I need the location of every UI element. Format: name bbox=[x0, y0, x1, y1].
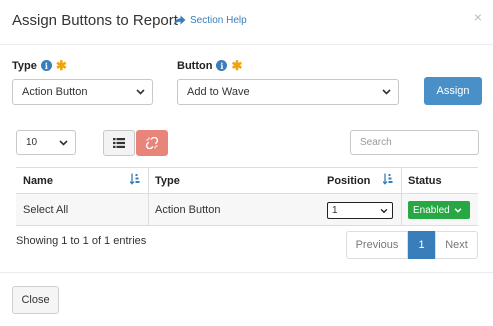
info-icon[interactable]: i bbox=[216, 60, 228, 71]
sort-ascending-icon[interactable] bbox=[383, 173, 393, 185]
column-header-position[interactable]: Position bbox=[327, 168, 370, 193]
entries-info: Showing 1 to 1 of 1 entries bbox=[16, 235, 147, 247]
close-button[interactable]: Close bbox=[12, 286, 59, 314]
button-label: Button bbox=[177, 59, 213, 72]
page-length-select[interactable]: 10 bbox=[16, 130, 76, 155]
column-divider bbox=[401, 194, 402, 225]
column-divider bbox=[148, 168, 149, 193]
assign-button[interactable]: Assign bbox=[424, 77, 482, 105]
table-row: Select All Action Button 1 Enabled bbox=[16, 194, 478, 226]
pagination-previous[interactable]: Previous bbox=[346, 231, 408, 259]
type-select[interactable]: Action Button bbox=[12, 79, 153, 105]
button-select[interactable]: Add to Wave bbox=[177, 79, 399, 105]
search-placeholder: Search bbox=[360, 137, 392, 148]
share-arrow-icon bbox=[173, 15, 186, 26]
section-help-label: Section Help bbox=[190, 15, 247, 26]
page-length-value: 10 bbox=[26, 137, 38, 148]
modal-title: Assign Buttons to Report bbox=[12, 12, 178, 29]
type-label-group: Type i ✱ bbox=[12, 59, 67, 72]
list-view-button[interactable] bbox=[103, 130, 135, 156]
column-divider bbox=[401, 168, 402, 193]
row-type: Action Button bbox=[155, 203, 221, 216]
unlink-button[interactable] bbox=[136, 130, 168, 156]
close-icon[interactable]: × bbox=[474, 9, 482, 25]
pagination-next[interactable]: Next bbox=[435, 231, 478, 259]
position-value: 1 bbox=[332, 205, 338, 216]
chevron-down-icon bbox=[136, 89, 145, 95]
assign-buttons-modal: Assign Buttons to Report Section Help × … bbox=[0, 0, 493, 325]
info-icon[interactable]: i bbox=[40, 60, 52, 71]
button-label-group: Button i ✱ bbox=[177, 59, 242, 72]
section-help-link[interactable]: Section Help bbox=[173, 15, 247, 26]
type-label: Type bbox=[12, 59, 37, 72]
status-dropdown[interactable]: Enabled bbox=[408, 201, 470, 219]
row-name: Select All bbox=[23, 203, 69, 216]
buttons-table: Name Type Position Status Select All Act… bbox=[16, 167, 478, 226]
chevron-down-icon bbox=[382, 89, 391, 95]
column-header-status[interactable]: Status bbox=[408, 168, 442, 193]
chevron-down-icon bbox=[454, 207, 462, 213]
chevron-down-icon bbox=[380, 208, 388, 213]
modal-footer bbox=[0, 272, 493, 326]
pagination-page-current[interactable]: 1 bbox=[408, 231, 435, 259]
sort-ascending-icon[interactable] bbox=[130, 173, 140, 185]
type-select-value: Action Button bbox=[22, 86, 88, 98]
unlink-icon bbox=[146, 137, 158, 149]
pagination: Previous 1 Next bbox=[346, 231, 478, 259]
required-star-icon: ✱ bbox=[231, 58, 243, 73]
position-select[interactable]: 1 bbox=[327, 202, 393, 219]
status-label: Enabled bbox=[413, 204, 450, 216]
list-icon bbox=[113, 138, 125, 148]
table-header-row: Name Type Position Status bbox=[16, 168, 478, 194]
column-divider bbox=[148, 194, 149, 225]
column-header-name[interactable]: Name bbox=[23, 168, 53, 193]
column-header-type[interactable]: Type bbox=[155, 168, 180, 193]
required-star-icon: ✱ bbox=[55, 58, 67, 73]
button-select-value: Add to Wave bbox=[187, 86, 250, 98]
modal-header: Assign Buttons to Report Section Help × bbox=[0, 0, 493, 45]
chevron-down-icon bbox=[59, 139, 68, 146]
search-input[interactable]: Search bbox=[350, 130, 479, 155]
